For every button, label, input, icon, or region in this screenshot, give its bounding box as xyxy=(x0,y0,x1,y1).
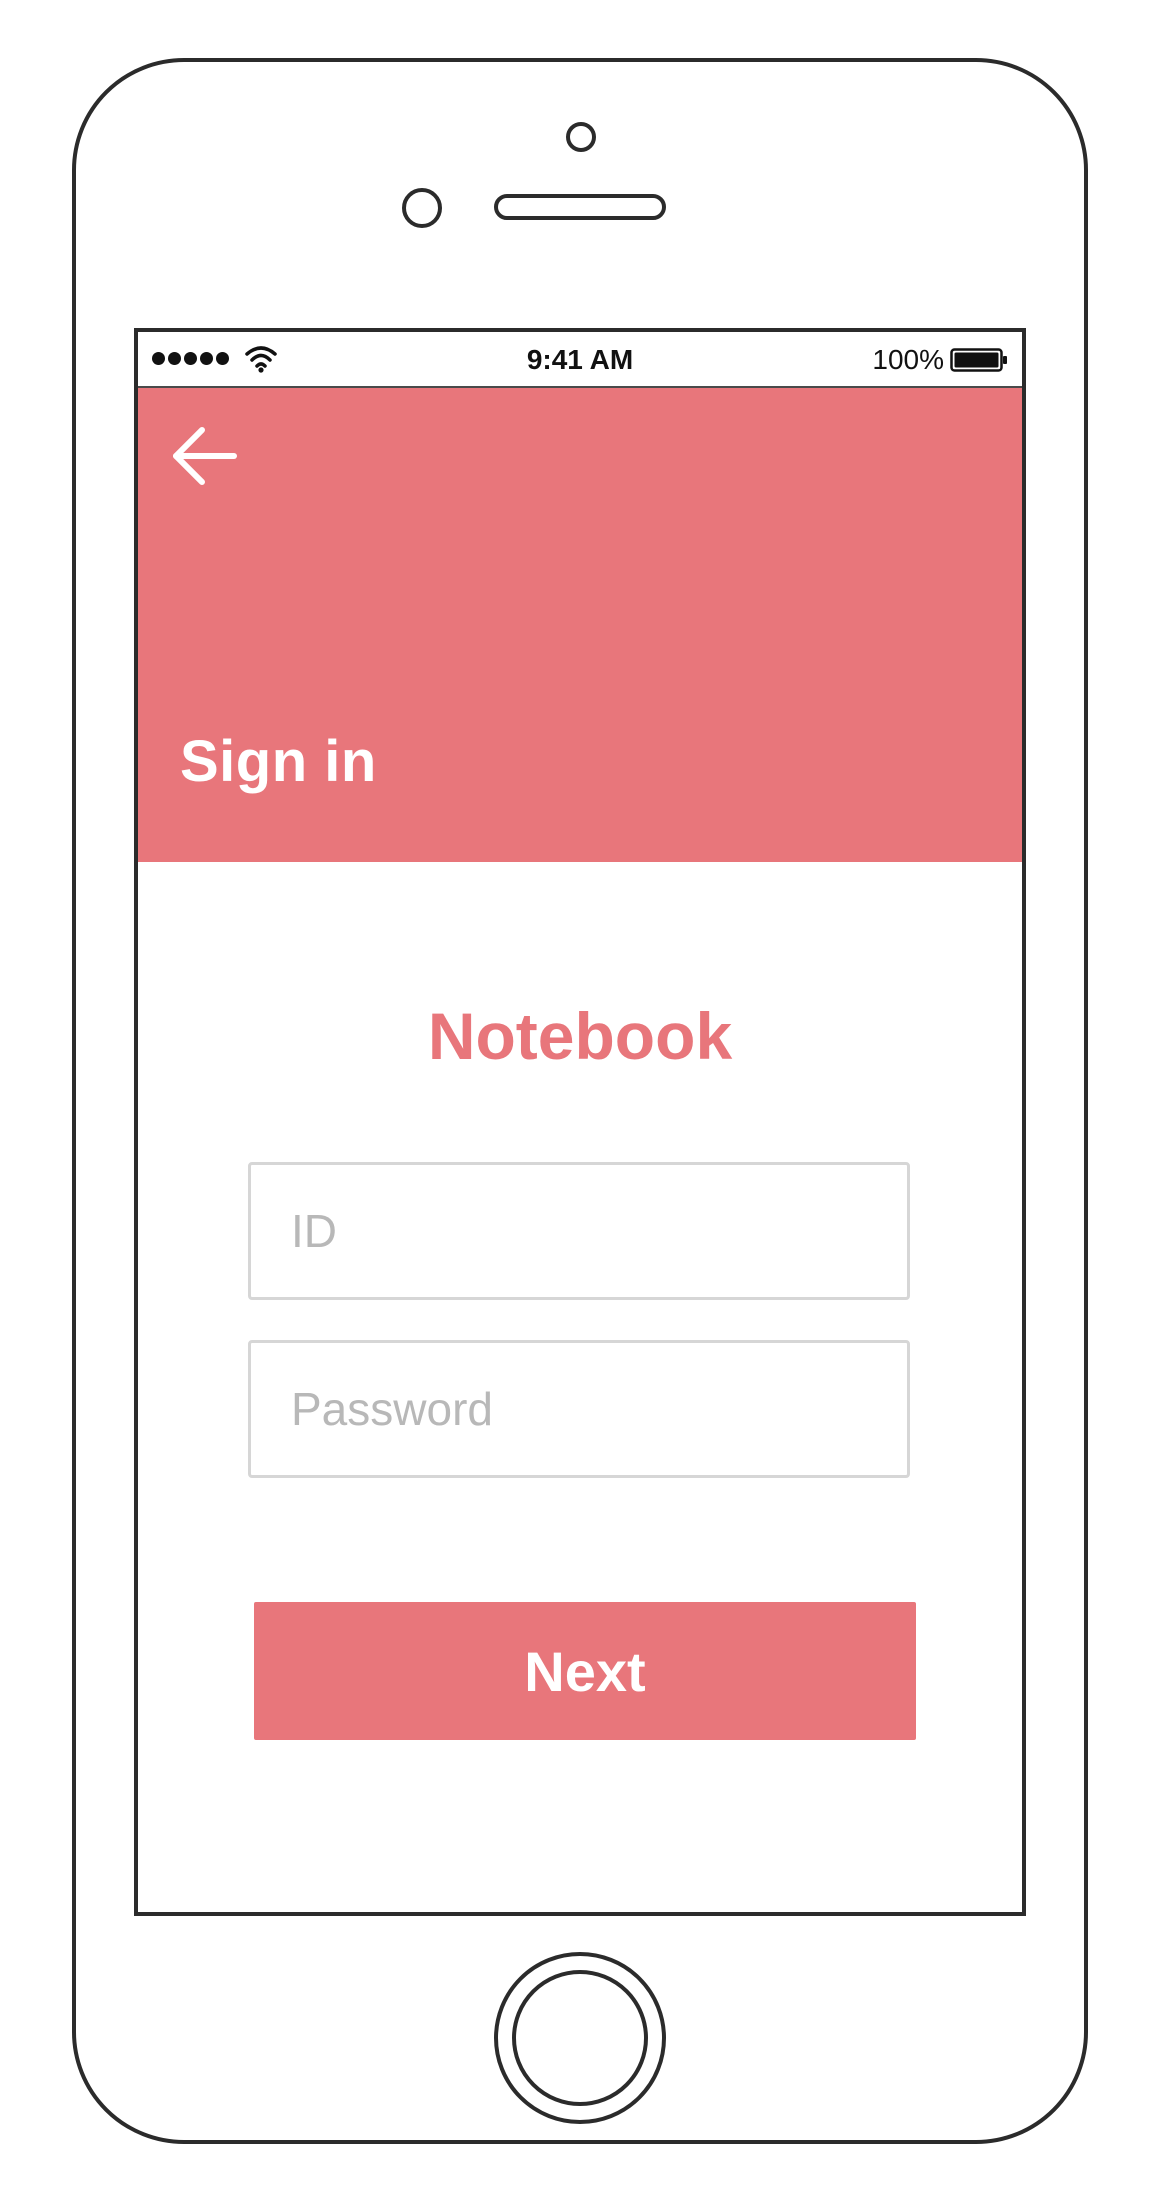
status-bar: 9:41 AM 100% xyxy=(138,332,1022,388)
home-button[interactable] xyxy=(494,1952,666,2124)
page-title: Sign in xyxy=(180,729,377,794)
phone-screen: 9:41 AM 100% Sign in Notebook Next xyxy=(134,328,1026,1916)
mockup-page: 9:41 AM 100% Sign in Notebook Next xyxy=(0,0,1159,2208)
id-input[interactable] xyxy=(248,1162,910,1300)
front-camera-icon xyxy=(566,122,596,152)
back-button[interactable] xyxy=(168,420,240,492)
proximity-sensor-icon xyxy=(402,188,442,228)
battery-percent: 100% xyxy=(872,344,944,375)
arrow-left-icon xyxy=(173,427,237,485)
brand-title: Notebook xyxy=(427,999,733,1073)
home-button-inner-ring xyxy=(512,1970,648,2106)
password-input[interactable] xyxy=(248,1340,910,1478)
next-button[interactable]: Next xyxy=(254,1602,916,1740)
battery-full-icon xyxy=(950,348,1007,372)
app-header: Sign in xyxy=(138,388,1022,862)
earpiece-speaker-icon xyxy=(494,194,666,220)
